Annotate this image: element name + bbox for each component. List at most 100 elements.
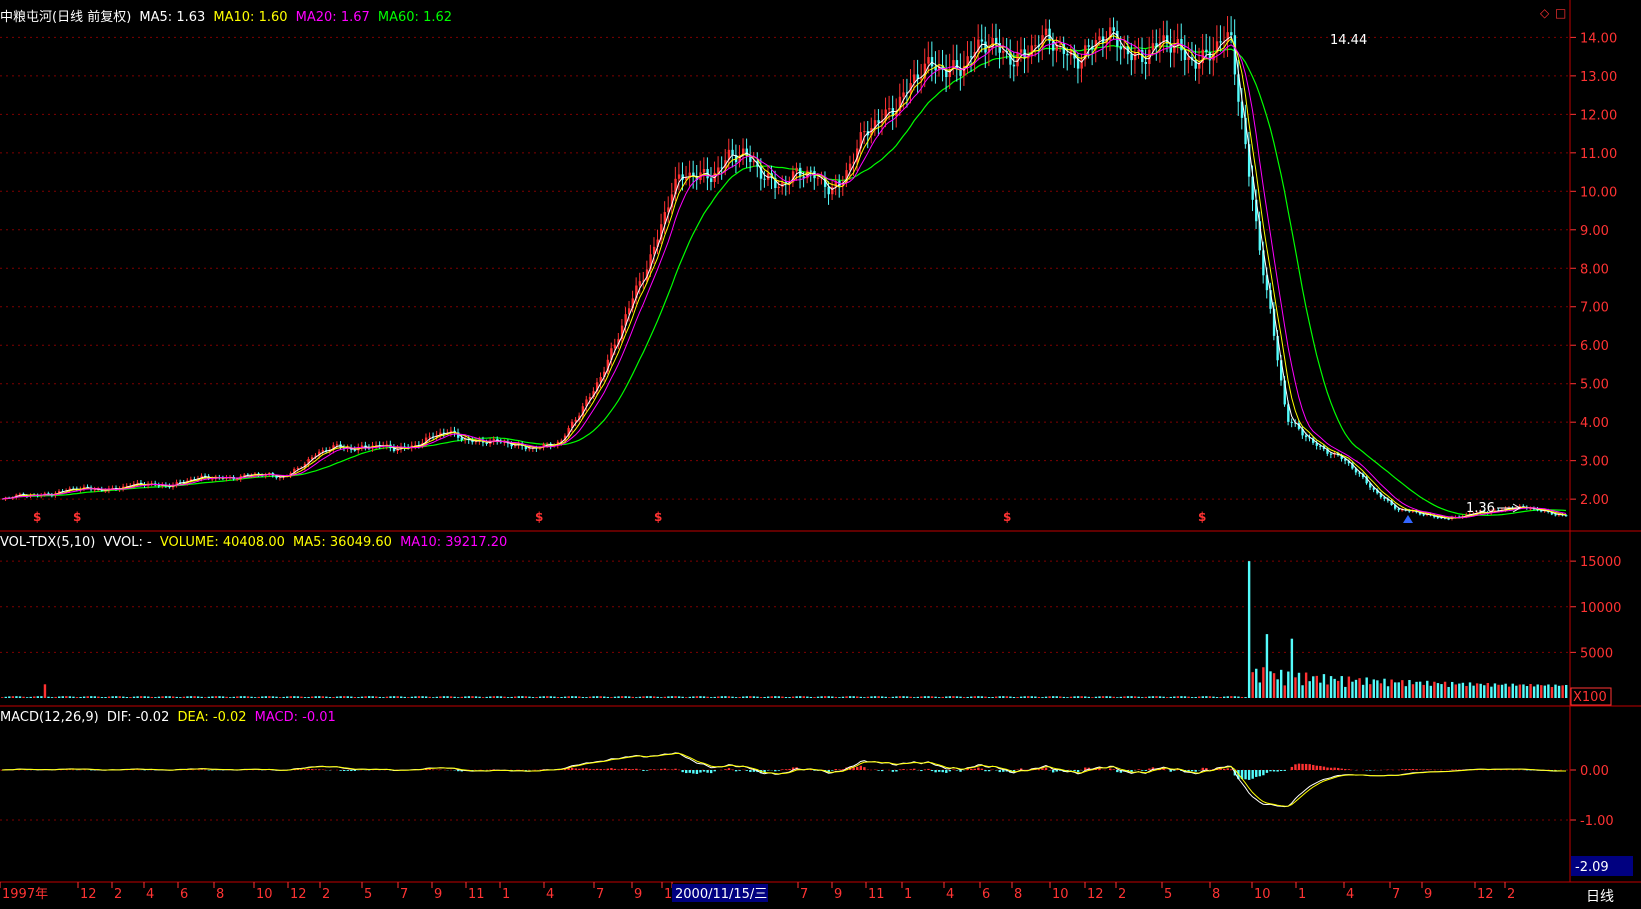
volume-bar (239, 696, 243, 698)
volume-bar (268, 696, 271, 698)
volume-bar (261, 696, 264, 698)
candle-body (360, 445, 364, 448)
square-icon[interactable]: □ (1555, 6, 1566, 20)
macd-bar (852, 767, 855, 770)
x-tick-label: 4 (1346, 887, 1354, 902)
price-tick-label: 3.00 (1580, 455, 1609, 470)
volume-bar (642, 696, 645, 698)
macd-bar (1329, 767, 1333, 770)
macd-bar (955, 770, 959, 771)
volume-bar (189, 696, 193, 698)
volume-bar (937, 697, 941, 698)
volume-bar (734, 697, 738, 698)
macd-bar (777, 770, 781, 771)
volume-bar (628, 696, 631, 698)
diamond-icon[interactable]: ◇ (1540, 6, 1549, 20)
volume-bar (524, 696, 528, 698)
macd-bar (1294, 764, 1297, 770)
macd-bar (1051, 770, 1055, 773)
volume-bar (521, 696, 524, 698)
volume-bar (1351, 681, 1354, 698)
volume-bar (1176, 696, 1180, 698)
candle-body (353, 449, 357, 451)
macd-bar (1276, 770, 1279, 772)
volume-bar (620, 696, 624, 698)
volume-bar (157, 696, 161, 698)
macd-bar (1226, 768, 1229, 770)
volume-bar (688, 696, 691, 698)
volume-bar (1536, 684, 1539, 698)
volume-bar (1515, 685, 1518, 698)
period-label[interactable]: 日线 (1586, 889, 1614, 905)
volume-bar (1165, 697, 1169, 698)
volume-bar (432, 697, 435, 698)
volume-bar (838, 697, 841, 698)
volume-bar (61, 696, 64, 698)
high-price-label: 14.44 (1330, 33, 1367, 48)
candle-body (795, 167, 798, 172)
volume-bar (485, 696, 488, 698)
macd-bar (863, 767, 866, 770)
volume-ma5: MA5: 36049.60 (293, 535, 392, 550)
volume-bar (307, 696, 310, 698)
price-tick-label: 12.00 (1580, 108, 1617, 123)
x-tick-label: 11 (868, 887, 885, 902)
macd-bar (738, 770, 741, 771)
volume-bar (168, 696, 171, 698)
volume-bar (1219, 697, 1222, 698)
volume-bar (1112, 696, 1115, 698)
macd-bar (1112, 769, 1115, 770)
volume-bar (816, 696, 820, 698)
macd-bar (1269, 770, 1272, 772)
volume-bar (75, 697, 79, 698)
volume-bar (54, 696, 57, 698)
candle-body (677, 174, 681, 179)
dea-legend: DEA: -0.02 (177, 710, 247, 725)
volume-bar (82, 696, 86, 698)
volume-bar (1472, 685, 1475, 698)
macd-bar (834, 769, 838, 770)
macd-bar (859, 765, 862, 770)
macd-bar (941, 770, 944, 773)
volume-bar (1340, 676, 1343, 698)
volume-tick-label: 15000 (1580, 555, 1621, 570)
volume-bar (902, 696, 905, 698)
volume-bar (193, 696, 196, 698)
volume-bar (1550, 687, 1554, 698)
volume-bar (510, 696, 513, 698)
volume-bar (214, 696, 218, 698)
volume-bar (1454, 684, 1457, 698)
volume-bar (467, 696, 471, 698)
volume-bar (1002, 696, 1005, 698)
volume-bar (1101, 696, 1105, 698)
volume-bar (791, 696, 795, 698)
candle-body (1447, 518, 1450, 520)
volume-bar (784, 697, 788, 698)
price-tick-label: 6.00 (1580, 339, 1609, 354)
volume-bar (1465, 685, 1468, 698)
macd-bar (1272, 770, 1276, 772)
volume-bar (1301, 685, 1304, 698)
volume-bar (848, 696, 852, 698)
x-tick-label: 10 (1254, 887, 1271, 902)
volume-bar (920, 696, 923, 698)
volume-bar (599, 696, 602, 698)
volume-bar (913, 697, 916, 698)
volume-bar (1087, 696, 1091, 698)
candle-body (1030, 45, 1034, 57)
volume-bar (303, 697, 307, 698)
volume-bar (43, 684, 47, 698)
volume-bar (218, 696, 221, 698)
macd-bar (1308, 764, 1311, 770)
volume-bar (955, 696, 959, 698)
volume-bar (286, 696, 289, 698)
volume-bar (1141, 697, 1144, 698)
volume-bar (136, 696, 139, 698)
volume-bar (446, 696, 449, 698)
macd-bar (1255, 770, 1258, 777)
macd-bar (695, 770, 699, 774)
volume-bar (1005, 696, 1009, 698)
macd-bar (1340, 768, 1343, 770)
macd-bar (987, 770, 991, 772)
macd-bar (1201, 767, 1205, 770)
